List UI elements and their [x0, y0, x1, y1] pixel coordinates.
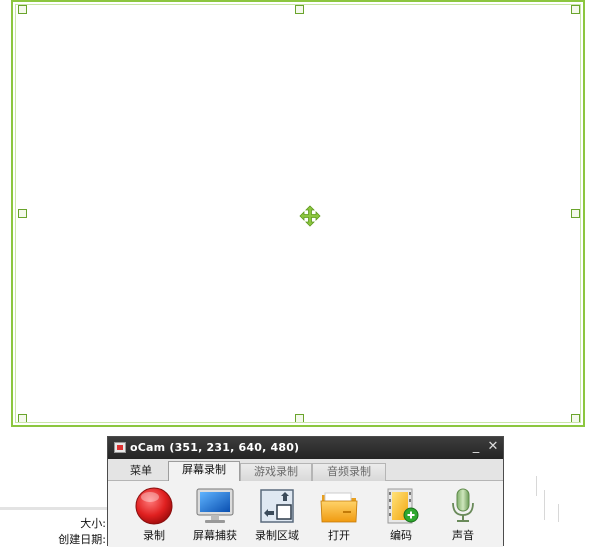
resize-handle-top-left[interactable]: [18, 5, 27, 14]
resize-handle-bottom-left[interactable]: [18, 414, 27, 423]
tab-audio-record[interactable]: 音频录制: [312, 463, 386, 481]
tab-bar: 菜单 屏幕录制 游戏录制 音频录制: [108, 459, 503, 482]
resize-handle-bottom-right[interactable]: [571, 414, 580, 423]
file-size-label: 大小:: [80, 517, 106, 530]
record-icon: [135, 487, 173, 525]
screen-capture-button[interactable]: 屏幕捕获: [185, 487, 245, 547]
monitor-icon: [196, 488, 234, 523]
sound-button[interactable]: 声音: [433, 487, 493, 547]
capture-region-frame[interactable]: [11, 0, 585, 427]
tab-menu[interactable]: 菜单: [114, 463, 168, 481]
close-button[interactable]: ✕: [485, 439, 501, 455]
film-add-icon: [387, 488, 419, 524]
move-icon[interactable]: [299, 205, 321, 227]
resize-area-icon: [260, 489, 294, 523]
toolbar: 录制 屏幕捕获 录制区域 打开 编码 声音: [108, 481, 503, 547]
folder-icon: [320, 492, 358, 523]
resize-handle-top[interactable]: [295, 5, 304, 14]
background-divider: [0, 507, 110, 510]
tab-game-record[interactable]: 游戏录制: [240, 463, 312, 481]
codec-button[interactable]: 编码: [371, 487, 431, 547]
ocam-window: oCam (351, 231, 640, 480) _ ✕ 菜单 屏幕录制 游戏…: [107, 436, 504, 547]
background-marks: [534, 470, 594, 540]
resize-handle-top-right[interactable]: [571, 5, 580, 14]
file-created-label: 创建日期:: [58, 533, 106, 546]
resize-handle-right[interactable]: [571, 209, 580, 218]
minimize-button[interactable]: _: [468, 439, 484, 455]
resize-handle-bottom[interactable]: [295, 414, 304, 423]
resize-handle-left[interactable]: [18, 209, 27, 218]
app-icon: [114, 442, 126, 453]
tab-screen-record[interactable]: 屏幕录制: [168, 461, 240, 482]
sound-label: 声音: [452, 529, 474, 542]
record-area-button[interactable]: 录制区域: [247, 487, 307, 547]
window-title: oCam (351, 231, 640, 480): [130, 441, 300, 454]
title-bar[interactable]: oCam (351, 231, 640, 480) _ ✕: [108, 437, 503, 459]
microphone-icon: [452, 488, 474, 522]
record-button[interactable]: 录制: [124, 487, 184, 547]
open-button[interactable]: 打开: [309, 487, 369, 547]
